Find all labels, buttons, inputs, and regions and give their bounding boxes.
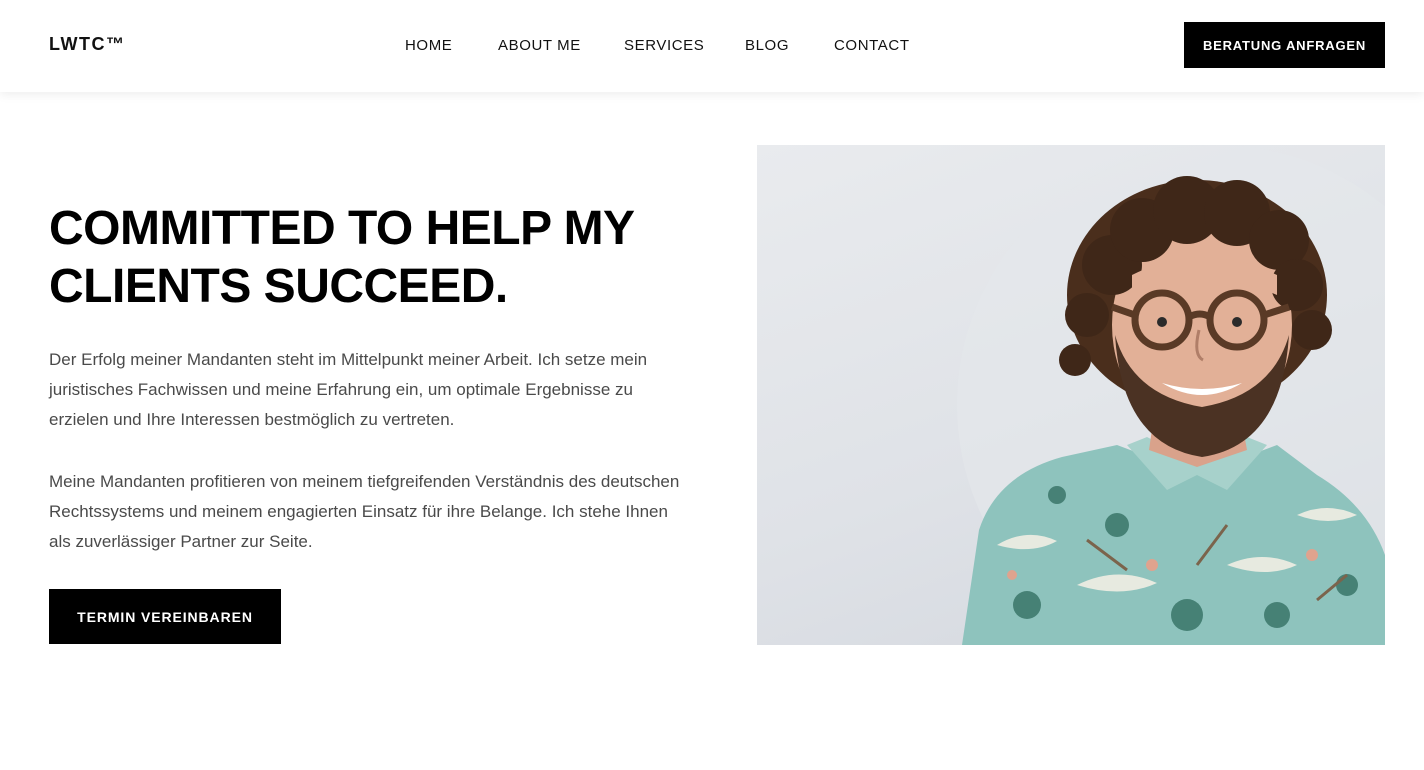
site-header: LWTC™ HOME ABOUT ME SERVICES BLOG CONTAC…: [0, 0, 1424, 92]
nav-about-me[interactable]: ABOUT ME: [498, 37, 581, 54]
hero-paragraph-1: Der Erfolg meiner Mandanten steht im Mit…: [49, 350, 648, 429]
consultation-request-button[interactable]: BERATUNG ANFRAGEN: [1184, 22, 1385, 68]
hero-paragraph-2: Meine Mandanten profitieren von meinem t…: [49, 472, 680, 551]
nav-contact[interactable]: CONTACT: [834, 37, 910, 54]
hero-title-line-2: CLIENTS SUCCEED.: [49, 260, 508, 313]
site-logo[interactable]: LWTC™: [49, 34, 126, 55]
nav-blog[interactable]: BLOG: [745, 37, 789, 54]
portrait-illustration: [957, 145, 1385, 645]
nav-home[interactable]: HOME: [405, 37, 452, 54]
book-appointment-button[interactable]: TERMIN VEREINBAREN: [49, 589, 281, 644]
portrait-photo: [757, 145, 1385, 645]
hero-title: COMMITTED TO HELP MY CLIENTS SUCCEED.: [49, 200, 689, 316]
hero-title-line-1: COMMITTED TO HELP MY: [49, 202, 635, 255]
nav-services[interactable]: SERVICES: [624, 37, 704, 54]
